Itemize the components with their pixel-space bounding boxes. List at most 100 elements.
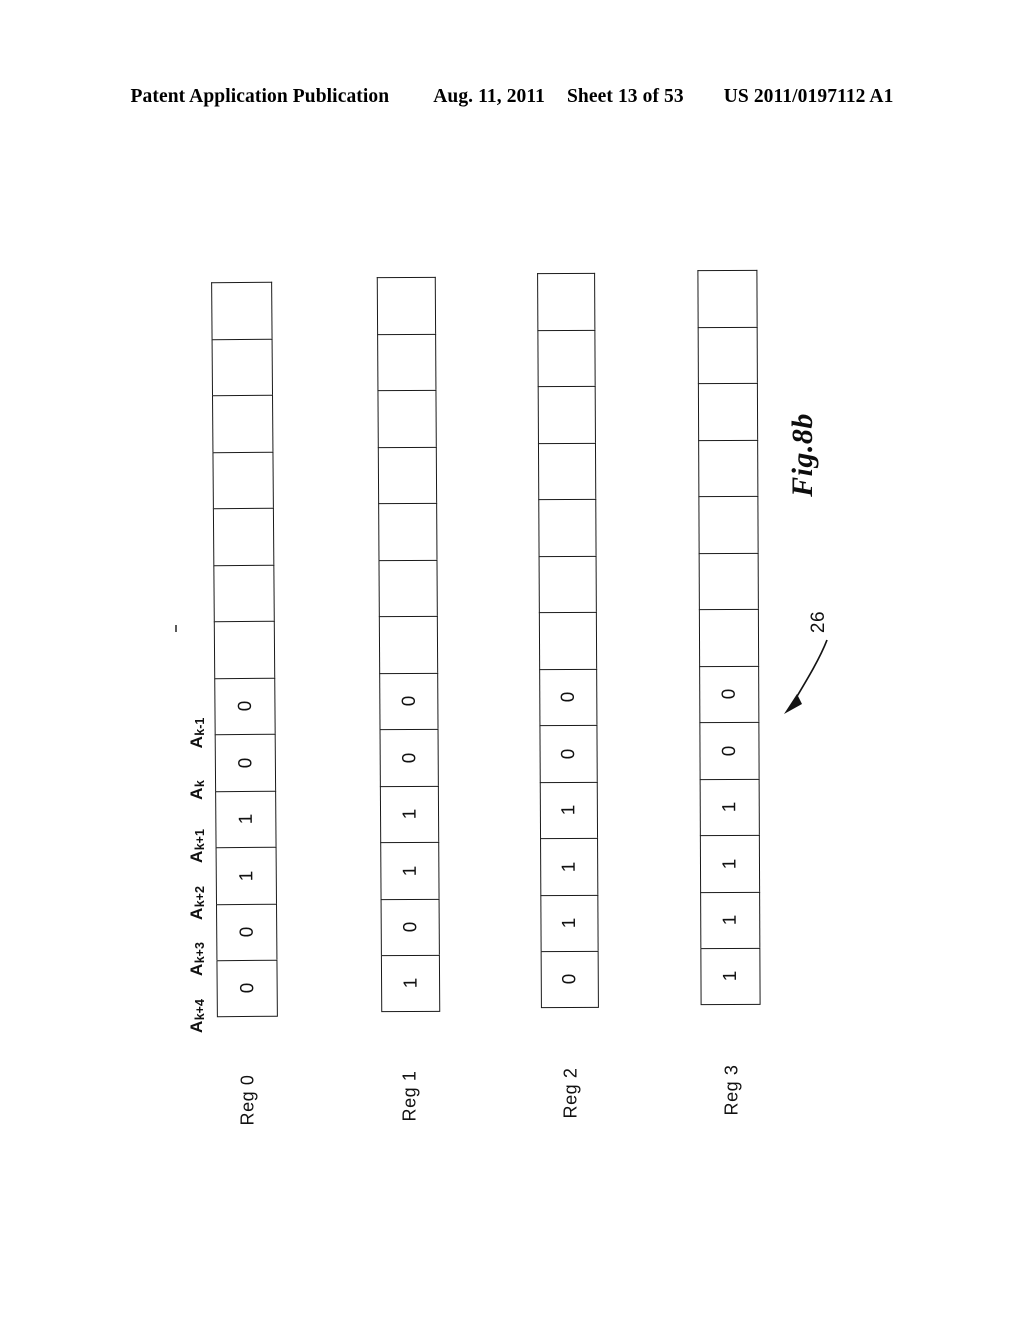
register-cell-bit: 1 [380, 954, 441, 1012]
register-cell-empty [378, 502, 438, 560]
register-bit-value: 1 [558, 804, 580, 816]
register-bit-value: 0 [559, 973, 581, 985]
bit-label-base: A [187, 735, 206, 749]
patent-drawing-sheet: Ak-1 Ak Ak+1 Ak+2 Ak+3 Ak+4 001100 001101 001… [0, 0, 1024, 1320]
register-cell-empty [376, 276, 437, 334]
register-cell-empty [377, 446, 438, 504]
register-cell-bit: 0 [379, 728, 439, 786]
register-cell-bit: 0 [216, 959, 278, 1017]
register-cell-empty [537, 385, 596, 443]
register-bit-value: 0 [398, 752, 420, 764]
bit-position-label: Ak+4 [180, 988, 214, 1044]
bit-position-label: Ak [180, 762, 214, 818]
register-name-text: Reg 0 [237, 1074, 258, 1126]
register-cell-bit: 1 [380, 841, 440, 899]
register-name-text: Reg 2 [560, 1067, 581, 1119]
bit-position-label-text: Ak+3 [187, 942, 207, 976]
register-cell-empty [211, 281, 273, 339]
reference-numeral-text: 26 [808, 610, 829, 634]
bit-position-label-group: Ak-1 Ak Ak+1 Ak+2 Ak+3 Ak+4 [180, 705, 214, 1035]
register-cell-bit: 1 [699, 778, 760, 836]
register-bit-value: 0 [236, 926, 258, 938]
leader-line-arrow-icon [784, 639, 828, 714]
bit-position-label: Ak+2 [180, 875, 214, 931]
bit-position-label: Ak-1 [180, 705, 214, 761]
bit-label-base: A [187, 963, 206, 976]
register-bit-value: 0 [234, 757, 256, 769]
bit-label-subscript: k+4 [193, 998, 207, 1020]
register-cell-bit: 1 [215, 846, 277, 904]
register-cell-empty [211, 338, 274, 396]
bit-position-label-text: Ak+4 [187, 999, 207, 1033]
register-name-label-reg-3: Reg 3 [712, 1042, 752, 1138]
register-cell-bit: 1 [700, 947, 761, 1005]
register-name-text: Reg 1 [399, 1070, 420, 1122]
bit-label-subscript: k+3 [193, 942, 207, 964]
register-cell-empty [377, 389, 437, 447]
register-cell-bit: 0 [699, 721, 760, 779]
register-cell-bit: 0 [699, 665, 760, 723]
register-cell-empty [537, 442, 597, 500]
register-column-reg-3: 0 0 1 1 1 1 [697, 269, 761, 1005]
register-cell-bit: 0 [215, 903, 278, 961]
register-bit-value: 1 [558, 917, 581, 929]
register-bit-value: 1 [235, 870, 257, 882]
register-cell-empty [537, 329, 596, 387]
register-cell-empty [212, 507, 275, 565]
register-bit-value: 1 [719, 858, 741, 870]
figure-caption: Fig.8b [743, 395, 863, 515]
bit-position-label-text: Ak [187, 780, 207, 800]
bit-position-label-text: Ak+1 [187, 829, 207, 863]
register-cell-empty [698, 552, 759, 610]
register-cell-empty [212, 451, 274, 509]
register-column-reg-1: 0 0 1 1 0 1 [376, 276, 441, 1012]
register-bit-value: 1 [399, 808, 421, 820]
register-cell-empty [697, 269, 758, 327]
register-cell-empty [538, 611, 598, 669]
register-cell-bit: 1 [700, 891, 761, 949]
register-name-label-reg-2: Reg 2 [551, 1045, 591, 1141]
bit-position-label-text: Ak+2 [187, 886, 207, 920]
bit-position-label: Ak+1 [180, 818, 214, 874]
register-cell-empty [378, 615, 439, 673]
register-cell-bit: 1 [215, 790, 277, 848]
register-cell-bit: 0 [380, 898, 440, 956]
register-cell-empty [213, 564, 275, 622]
register-cell-bit: 0 [214, 677, 276, 735]
bit-label-base: A [187, 906, 206, 920]
register-bit-value: 0 [398, 695, 420, 707]
register-bit-value: 0 [718, 745, 741, 757]
register-cell-empty [378, 559, 438, 617]
bit-label-subscript: k+2 [193, 885, 207, 907]
bit-position-label-text: Ak-1 [187, 718, 207, 749]
register-bit-value: 0 [399, 921, 421, 933]
register-column-reg-2: 0 0 1 1 1 0 [537, 272, 599, 1008]
bit-label-subscript: k [193, 779, 207, 787]
figure-caption-text: Fig.8b [786, 413, 819, 497]
register-bit-value: 1 [719, 801, 741, 813]
register-bit-value: 0 [236, 982, 258, 994]
register-bit-value: 1 [400, 977, 422, 989]
bit-label-subscript: k+1 [193, 829, 207, 851]
register-name-label-reg-1: Reg 1 [390, 1048, 430, 1144]
register-cell-empty [537, 272, 596, 330]
register-column-reg-0: 0 0 1 1 0 0 [211, 281, 278, 1017]
bit-label-base: A [187, 850, 206, 863]
register-cell-bit: 1 [539, 781, 599, 839]
register-bit-value: 0 [558, 748, 580, 760]
register-bit-value: 0 [557, 691, 579, 703]
register-bit-value: 1 [399, 865, 421, 877]
register-cell-bit: 0 [214, 733, 277, 791]
register-cell-empty [538, 498, 597, 556]
register-cell-empty [538, 555, 597, 613]
register-cell-empty [212, 394, 274, 452]
register-name-label-reg-0: Reg 0 [228, 1052, 268, 1148]
register-bit-value: 1 [719, 970, 742, 982]
bit-label-base: A [187, 786, 206, 800]
register-cell-bit: 1 [379, 785, 440, 843]
register-name-text: Reg 3 [721, 1064, 742, 1116]
register-bit-value: 0 [718, 688, 740, 700]
register-bit-value: 1 [235, 813, 257, 825]
register-cell-bit: 1 [540, 837, 599, 895]
bit-position-label: Ak+3 [180, 931, 214, 987]
